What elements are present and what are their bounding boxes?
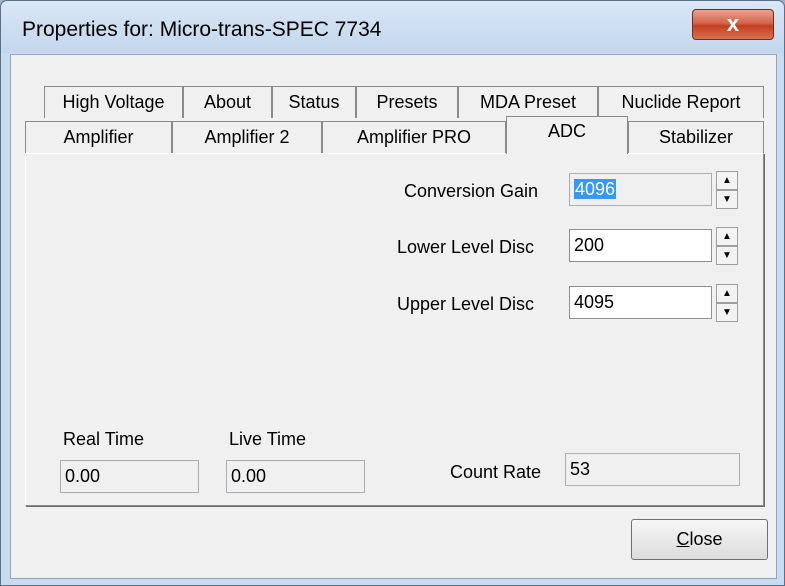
window-close-button[interactable]: x	[692, 9, 774, 40]
spin-up-icon[interactable]: ▲	[716, 284, 738, 303]
tab-adc[interactable]: ADC	[506, 116, 628, 154]
conversion-gain-spinner[interactable]: ▲ ▼	[716, 171, 738, 209]
lower-level-disc-label: Lower Level Disc	[397, 237, 535, 257]
real-time-label: Real Time	[63, 429, 145, 449]
tab-high-voltage[interactable]: High Voltage	[44, 86, 183, 118]
spin-down-icon[interactable]: ▼	[716, 190, 738, 209]
close-button[interactable]: Close	[631, 519, 768, 560]
conversion-gain-field[interactable]: 4096	[569, 173, 712, 206]
tab-mda-preset[interactable]: MDA Preset	[458, 86, 598, 118]
tab-stabilizer[interactable]: Stabilizer	[628, 121, 764, 153]
tab-nuclide-report[interactable]: Nuclide Report	[598, 86, 764, 118]
close-button-label: lose	[689, 529, 723, 549]
upper-level-disc-label: Upper Level Disc	[397, 294, 535, 314]
window-title: Properties for: Micro-trans-SPEC 7734	[22, 18, 382, 41]
spin-down-icon[interactable]: ▼	[716, 303, 738, 322]
lower-level-disc-spinner[interactable]: ▲ ▼	[716, 227, 738, 265]
tab-presets[interactable]: Presets	[356, 86, 458, 118]
tab-amplifier[interactable]: Amplifier	[25, 121, 172, 153]
conversion-gain-label: Conversion Gain	[404, 181, 539, 201]
tab-amplifier-pro[interactable]: Amplifier PRO	[322, 121, 506, 153]
upper-level-disc-field[interactable]: 4095	[569, 286, 712, 319]
live-time-label: Live Time	[229, 429, 307, 449]
upper-level-disc-spinner[interactable]: ▲ ▼	[716, 284, 738, 322]
real-time-field: 0.00	[60, 460, 199, 493]
spin-up-icon[interactable]: ▲	[716, 171, 738, 190]
count-rate-field: 53	[565, 453, 740, 486]
close-button-mnemonic: C	[676, 529, 690, 549]
tab-status[interactable]: Status	[272, 86, 356, 118]
lower-level-disc-field[interactable]: 200	[569, 229, 712, 262]
live-time-field: 0.00	[226, 460, 365, 493]
conversion-gain-value: 4096	[574, 179, 617, 199]
spin-up-icon[interactable]: ▲	[716, 227, 738, 246]
title-bar: Properties for: Micro-trans-SPEC 7734 x	[1, 1, 784, 53]
spin-down-icon[interactable]: ▼	[716, 246, 738, 265]
tab-amplifier-2[interactable]: Amplifier 2	[172, 121, 322, 153]
tab-about[interactable]: About	[183, 86, 272, 118]
count-rate-label: Count Rate	[450, 462, 542, 482]
